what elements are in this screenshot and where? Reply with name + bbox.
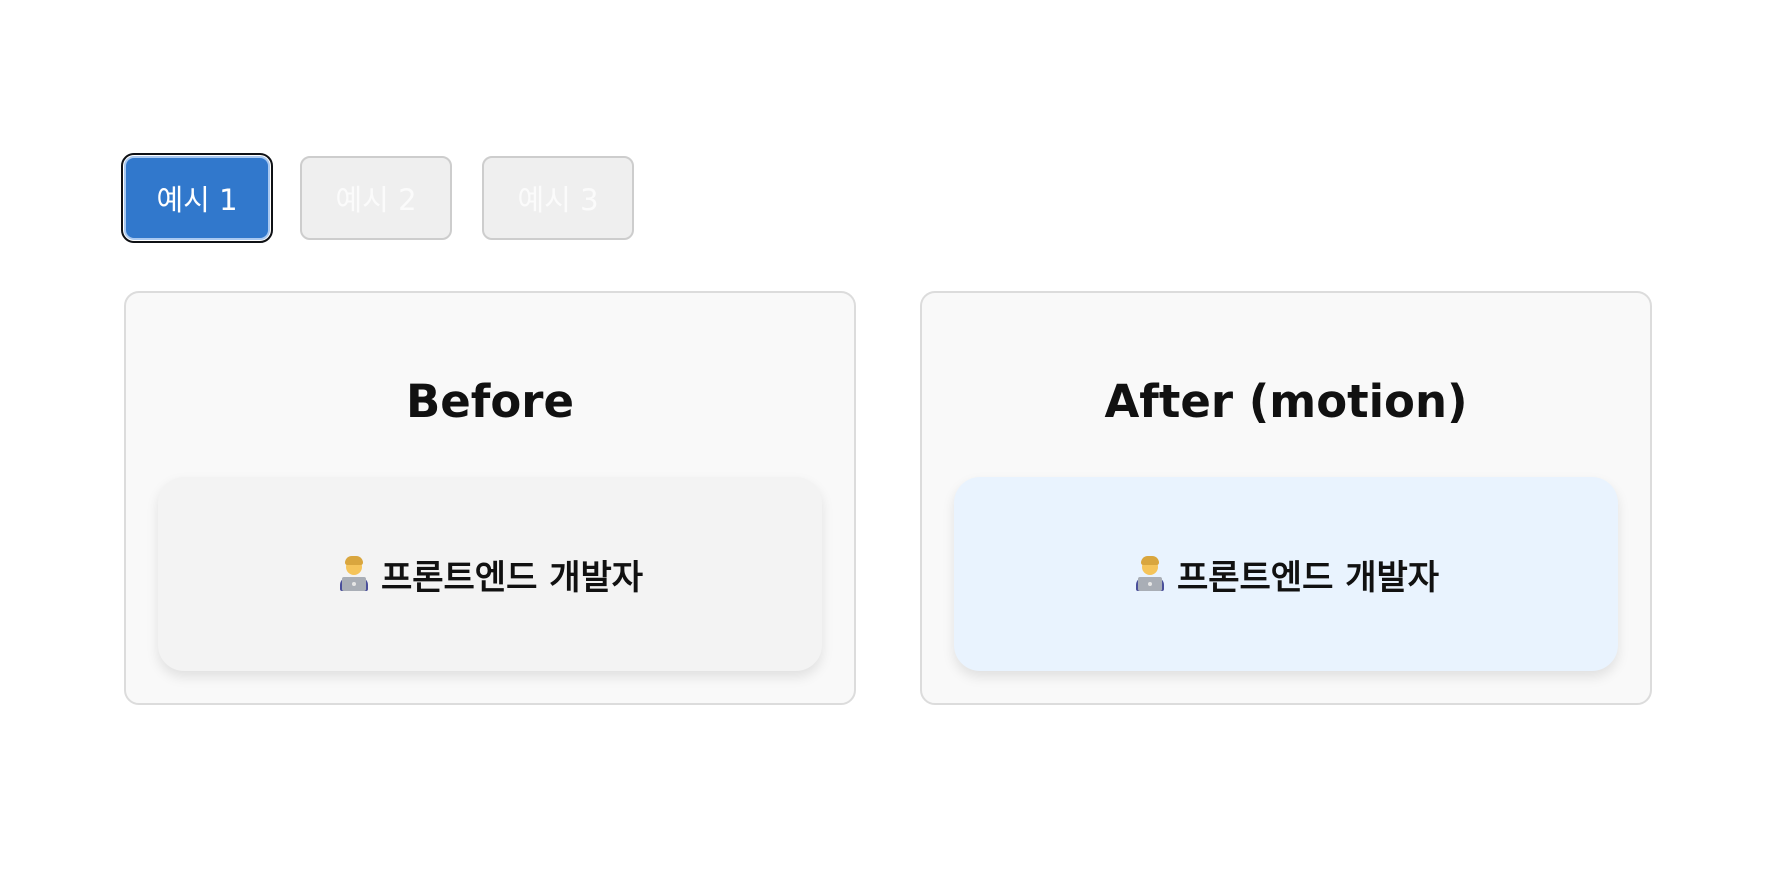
before-panel-title: Before: [405, 375, 575, 428]
before-card-content: 프론트엔드 개발자: [337, 550, 643, 599]
tab-example-3[interactable]: 예시 3: [482, 156, 634, 240]
technologist-icon: [1133, 555, 1167, 593]
after-panel-title: After (motion): [1104, 375, 1468, 428]
after-card-content: 프론트엔드 개발자: [1133, 550, 1439, 599]
example-tabs: 예시 1 예시 2 예시 3: [121, 153, 634, 243]
before-panel: Before 프론트엔드 개발자: [124, 291, 856, 705]
technologist-icon: [337, 555, 371, 593]
after-panel: After (motion) 프론트엔드 개발자: [920, 291, 1652, 705]
tab-example-1[interactable]: 예시 1: [121, 153, 273, 243]
after-card[interactable]: 프론트엔드 개발자: [954, 477, 1618, 671]
after-card-label: 프론트엔드 개발자: [1176, 557, 1440, 598]
before-card[interactable]: 프론트엔드 개발자: [158, 477, 822, 671]
tab-example-2[interactable]: 예시 2: [300, 156, 452, 240]
before-card-label: 프론트엔드 개발자: [380, 557, 644, 598]
